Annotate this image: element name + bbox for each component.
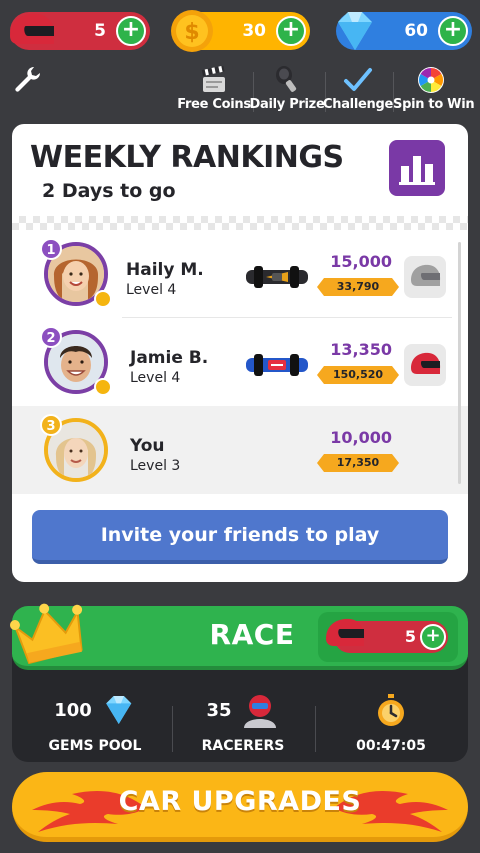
racer-icon bbox=[243, 695, 276, 728]
race-car-icon bbox=[246, 266, 308, 288]
add-friend-icon bbox=[94, 290, 112, 308]
player-level: Level 4 bbox=[130, 370, 181, 386]
gems-pool-label: GEMS POOL bbox=[48, 738, 142, 754]
racers-label: RACERERS bbox=[201, 738, 285, 754]
rankings-title: WEEKLY RANKINGS bbox=[30, 140, 344, 175]
add-gems-button[interactable]: + bbox=[438, 16, 468, 46]
ranking-row-current-user[interactable]: 3 You Level 3 10,000 17,350 bbox=[12, 406, 468, 494]
player-coins: 33,790 bbox=[317, 278, 399, 296]
racers-stat: 35 RACERERS bbox=[168, 692, 318, 754]
player-coins: 150,520 bbox=[317, 366, 399, 384]
coin-icon: $ bbox=[171, 10, 213, 52]
rankings-scrollbar[interactable] bbox=[458, 242, 461, 484]
player-coins: 17,350 bbox=[317, 454, 399, 472]
gem-icon bbox=[338, 12, 372, 50]
key-icon bbox=[276, 66, 297, 92]
nav-daily-prize[interactable]: Daily Prize bbox=[249, 62, 325, 112]
car-upgrades-label: CAR UPGRADES bbox=[118, 786, 362, 817]
race-car-icon bbox=[246, 354, 308, 376]
helmet-icon bbox=[411, 264, 441, 286]
race-cost-value: 5 bbox=[404, 627, 416, 646]
rankings-countdown: 2 Days to go bbox=[42, 180, 176, 202]
player-level: Level 3 bbox=[130, 458, 181, 474]
invite-friends-button[interactable]: Invite your friends to play bbox=[32, 510, 448, 564]
coins-counter: $ 30 + bbox=[171, 10, 310, 52]
player-score: 13,350 bbox=[330, 340, 392, 359]
add-friend-icon bbox=[94, 378, 112, 396]
add-race-lives-button[interactable]: + bbox=[420, 624, 446, 650]
car-upgrades-button[interactable]: CAR UPGRADES bbox=[12, 772, 468, 842]
rank-badge: 2 bbox=[40, 326, 62, 348]
coins-value: 30 bbox=[242, 21, 266, 41]
race-label: RACE bbox=[209, 618, 295, 651]
race-timer-value: 00:47:05 bbox=[356, 738, 426, 754]
player-avatar: 3 bbox=[40, 414, 108, 482]
stopwatch-icon bbox=[378, 694, 404, 726]
gems-counter: 60 + bbox=[336, 12, 472, 50]
lives-counter: 5 + bbox=[10, 12, 150, 50]
helmet-icon bbox=[326, 618, 365, 646]
gems-value: 60 bbox=[404, 21, 428, 41]
nav-challenge[interactable]: Challenge bbox=[320, 62, 396, 112]
race-panel: RACE 5 + 100 GEMS POOL 35 RACERERS 00:47… bbox=[9, 603, 468, 762]
player-name: You bbox=[130, 436, 165, 456]
gem-icon bbox=[105, 695, 132, 725]
player-helmet-tile bbox=[404, 344, 446, 386]
player-score: 10,000 bbox=[330, 428, 392, 447]
nav-free-coins-label: Free Coins bbox=[177, 97, 251, 112]
player-name: Haily M. bbox=[126, 260, 204, 280]
clapperboard-icon bbox=[201, 66, 225, 92]
player-helmet-tile bbox=[404, 256, 446, 298]
rank-badge: 1 bbox=[40, 238, 62, 260]
lives-value: 5 bbox=[94, 21, 106, 41]
add-lives-button[interactable]: + bbox=[116, 16, 146, 46]
ranking-row[interactable]: 2 Jamie B. Level 4 13,350 150,520 bbox=[12, 318, 468, 406]
bar-chart-icon bbox=[399, 156, 435, 185]
ranking-row[interactable]: 1 Haily M. Level 4 15,000 33,790 bbox=[12, 230, 468, 318]
weekly-rankings-card: WEEKLY RANKINGS 2 Days to go 1 Haily M. … bbox=[12, 124, 468, 582]
checkered-divider bbox=[12, 216, 468, 230]
checkmark-icon bbox=[344, 68, 372, 91]
gems-pool-value: 100 bbox=[54, 699, 92, 721]
player-score: 15,000 bbox=[330, 252, 392, 271]
player-avatar: 1 bbox=[40, 238, 112, 308]
nav-challenge-label: Challenge bbox=[323, 97, 393, 112]
gems-pool-stat: 100 GEMS POOL bbox=[20, 692, 170, 754]
color-wheel-icon bbox=[418, 67, 444, 93]
add-coins-button[interactable]: + bbox=[276, 16, 306, 46]
nav-spin-to-win[interactable]: Spin to Win bbox=[393, 62, 475, 112]
player-name: Jamie B. bbox=[130, 348, 209, 368]
player-avatar: 2 bbox=[40, 326, 112, 396]
coin-symbol: $ bbox=[184, 20, 199, 45]
race-timer-stat: 00:47:05 bbox=[316, 692, 466, 754]
race-entry-cost: 5 + bbox=[318, 612, 458, 662]
crown-icon bbox=[9, 603, 83, 665]
helmet-icon bbox=[10, 13, 55, 44]
player-level: Level 4 bbox=[126, 282, 177, 298]
rank-badge: 3 bbox=[40, 414, 62, 436]
race-cost-pill: 5 + bbox=[326, 618, 448, 653]
racers-value: 35 bbox=[206, 699, 232, 721]
leaderboard-stats-button[interactable] bbox=[389, 140, 445, 196]
nav-spin-to-win-label: Spin to Win bbox=[393, 97, 475, 112]
nav-free-coins[interactable]: Free Coins bbox=[176, 62, 252, 112]
wrench-icon[interactable] bbox=[12, 64, 44, 96]
helmet-icon bbox=[411, 352, 441, 374]
nav-daily-prize-label: Daily Prize bbox=[249, 97, 325, 112]
